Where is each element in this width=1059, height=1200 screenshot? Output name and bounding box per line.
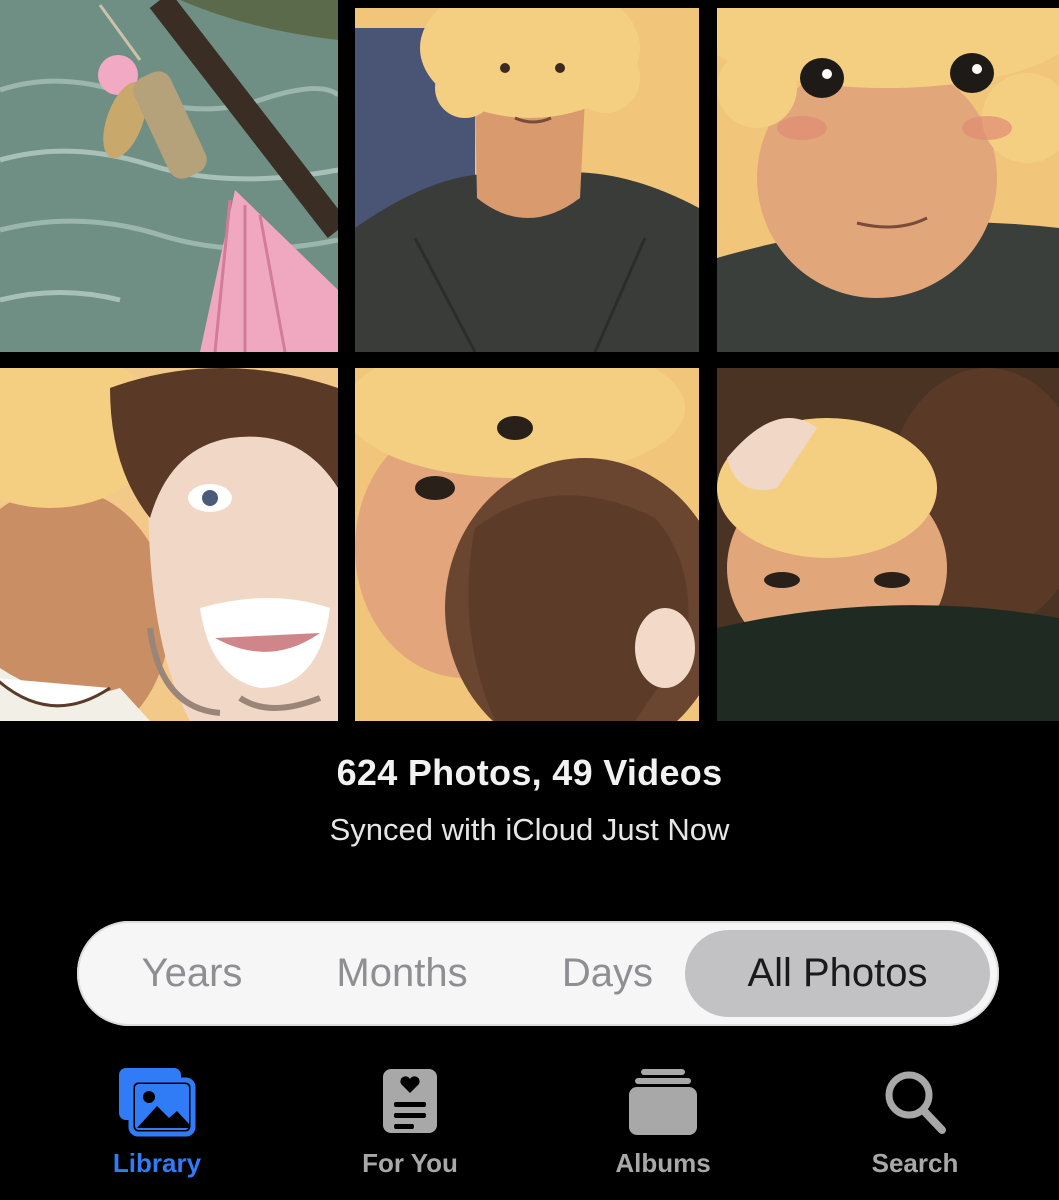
magnifier-icon <box>880 1066 950 1143</box>
albums-icon <box>627 1066 699 1143</box>
photo-thumbnail-5[interactable] <box>355 368 699 721</box>
tab-search[interactable]: Search <box>815 1060 1015 1200</box>
segment-all-photos[interactable]: All Photos <box>685 930 990 1017</box>
tab-for-you-label: For You <box>362 1148 458 1178</box>
photo-thumbnail-4[interactable] <box>0 368 338 721</box>
library-count: 624 Photos, 49 Videos <box>336 752 723 793</box>
photo-thumbnail-6[interactable] <box>717 368 1059 721</box>
tab-albums[interactable]: Albums <box>563 1060 763 1200</box>
tab-search-label: Search <box>871 1148 959 1178</box>
photo-thumbnail-2[interactable] <box>355 8 699 352</box>
tab-albums-label: Albums <box>615 1148 711 1178</box>
tab-library[interactable]: Library <box>57 1060 257 1200</box>
segment-days[interactable]: Days <box>525 921 690 1026</box>
tab-library-label: Library <box>112 1148 202 1178</box>
for-you-icon <box>380 1066 440 1143</box>
photo-library-icon <box>117 1066 197 1143</box>
photo-grid <box>0 0 1059 725</box>
photo-thumbnail-3[interactable] <box>717 8 1059 352</box>
library-view-picker: Years Months Days All Photos <box>77 921 999 1026</box>
segment-months[interactable]: Months <box>302 921 502 1026</box>
tab-bar: Library For You Albums Search <box>0 1060 1059 1200</box>
segment-years[interactable]: Years <box>102 921 282 1026</box>
photo-thumbnail-1[interactable] <box>0 0 338 352</box>
tab-for-you[interactable]: For You <box>310 1060 510 1200</box>
icloud-sync-status: Synced with iCloud Just Now <box>329 812 730 847</box>
